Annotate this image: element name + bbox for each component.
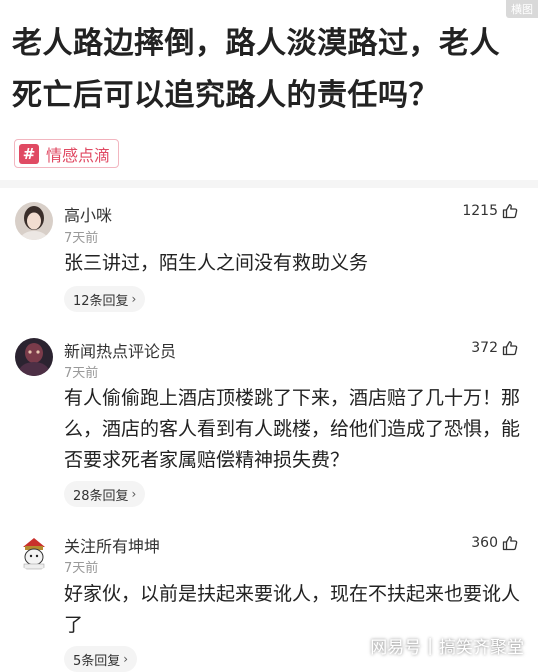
comment-text: 张三讲过，陌生人之间没有救助义务 (64, 252, 369, 274)
comment-username[interactable]: 高小咪 (64, 202, 112, 226)
avatar[interactable] (15, 202, 53, 240)
chevron-right-icon: › (131, 487, 137, 501)
avatar[interactable] (15, 533, 53, 571)
replies-button[interactable]: 28条回复 › (64, 481, 146, 507)
page-title: 老人路边摔倒，路人淡漠路过，老人死亡后可以追究路人的责任吗？ (12, 26, 500, 113)
watermark-brand: 网易号 (370, 638, 422, 658)
like-button[interactable]: 372 (471, 340, 518, 356)
thumbs-up-icon (502, 204, 518, 219)
comment-text: 好家伙，以前是扶起来要讹人，现在不扶起来也要讹人了 (64, 583, 521, 636)
chevron-right-icon: › (131, 292, 137, 306)
corner-tag: 横图 (506, 0, 538, 18)
comment-time: 7天前 (64, 366, 99, 381)
like-count: 1215 (462, 203, 498, 219)
topic-tag[interactable]: # 情感点滴 (14, 139, 120, 168)
watermark: 网易号 | 搞笑齐聚堂 (370, 633, 524, 659)
thumbs-up-icon (502, 536, 518, 551)
replies-button[interactable]: 5条回复 › (64, 646, 138, 672)
section-divider (0, 180, 538, 188)
topic-label: 情感点滴 (46, 145, 111, 165)
like-button[interactable]: 1215 (462, 203, 518, 219)
replies-count: 28条回复 (73, 488, 129, 504)
hash-icon: # (19, 143, 39, 164)
replies-button[interactable]: 12条回复 › (64, 286, 146, 312)
like-button[interactable]: 360 (471, 535, 518, 551)
comment-time: 7天前 (64, 561, 99, 576)
avatar[interactable] (15, 338, 53, 376)
comment-username[interactable]: 关注所有坤坤 (64, 533, 160, 557)
comment-time: 7天前 (64, 231, 99, 246)
like-count: 372 (471, 340, 498, 356)
chevron-right-icon: › (123, 652, 129, 666)
like-count: 360 (471, 535, 498, 551)
watermark-separator: | (427, 635, 433, 656)
replies-count: 12条回复 (73, 293, 129, 309)
thumbs-up-icon (502, 341, 518, 356)
watermark-author: 搞笑齐聚堂 (439, 638, 524, 658)
comment-text: 有人偷偷跑上酒店顶楼跳了下来，酒店赔了几十万！那么，酒店的客人看到有人跳楼，给他… (64, 387, 521, 471)
comment-username[interactable]: 新闻热点评论员 (64, 338, 176, 362)
